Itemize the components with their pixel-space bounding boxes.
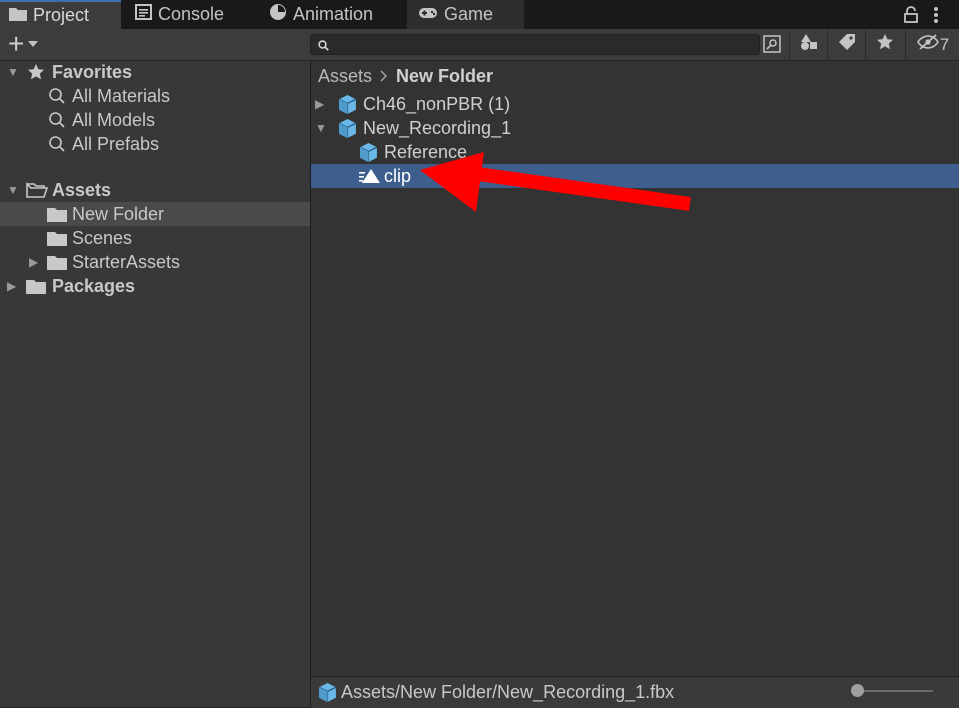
tree-item-new-folder[interactable]: New Folder	[0, 202, 310, 226]
tab-console[interactable]: Console	[121, 0, 257, 29]
hidden-count: 7	[939, 34, 950, 54]
tree-label: Packages	[52, 275, 136, 296]
project-toolbar: + 7	[0, 29, 959, 61]
chevron-right-icon	[380, 66, 388, 87]
lock-icon[interactable]	[903, 6, 919, 28]
asset-row[interactable]: ▶ Ch46_nonPBR (1)	[311, 92, 959, 116]
search-by-type-icon[interactable]	[763, 35, 781, 58]
tree-label: New Folder	[72, 203, 165, 224]
star-icon	[27, 63, 45, 81]
search-icon	[48, 87, 66, 105]
asset-label: Reference	[384, 141, 468, 162]
asset-row[interactable]: Reference	[311, 140, 959, 164]
chevron-down-icon	[28, 35, 39, 53]
tab-label: Project	[33, 5, 90, 25]
tree-label: Scenes	[72, 227, 133, 248]
favorites-button[interactable]	[865, 30, 904, 59]
model-prefab-icon	[358, 142, 379, 163]
tree-assets[interactable]: ▼ Assets	[0, 178, 310, 202]
asset-list-panel: Assets New Folder ▶ Ch46_nonPBR (1) ▼ Ne…	[311, 61, 959, 676]
tree-favorites[interactable]: ▼ Favorites	[0, 60, 310, 84]
open-folder-icon	[26, 182, 48, 198]
tab-animation[interactable]: Animation	[257, 0, 407, 29]
hidden-packages-button[interactable]: 7	[905, 30, 959, 59]
tab-label: Game	[444, 4, 494, 24]
status-bar: Assets/New Folder/New_Recording_1.fbx	[311, 676, 959, 708]
icon-size-slider[interactable]	[857, 690, 933, 692]
tree-label: Favorites	[52, 61, 133, 82]
expand-down-icon[interactable]: ▼	[315, 121, 327, 135]
folder-icon	[47, 231, 67, 246]
favorite-item[interactable]: All Materials	[0, 84, 310, 108]
model-prefab-icon	[337, 94, 358, 115]
model-prefab-icon	[337, 118, 358, 139]
expand-down-icon[interactable]: ▼	[7, 183, 19, 197]
favorite-item[interactable]: All Models	[0, 108, 310, 132]
slider-handle[interactable]	[851, 684, 864, 697]
asset-label: Ch46_nonPBR (1)	[363, 93, 511, 114]
tab-label: Animation	[293, 4, 374, 24]
expand-right-icon[interactable]: ▶	[29, 255, 38, 269]
eye-slash-icon	[916, 34, 939, 55]
expand-right-icon[interactable]: ▶	[315, 97, 324, 111]
tree-label: All Materials	[72, 85, 171, 106]
asset-label: clip	[384, 165, 412, 186]
search-input[interactable]	[310, 34, 760, 55]
gamepad-icon	[418, 4, 438, 25]
tree-label: All Prefabs	[72, 133, 160, 154]
folder-icon	[9, 5, 27, 26]
folder-icon	[47, 207, 67, 222]
star-icon	[876, 33, 894, 56]
asset-row[interactable]: ▼ New_Recording_1	[311, 116, 959, 140]
shapes-icon	[800, 33, 818, 56]
tree-item-starterassets[interactable]: ▶ StarterAssets	[0, 250, 310, 274]
folder-icon	[26, 279, 46, 294]
tab-game[interactable]: Game	[407, 0, 524, 29]
tab-project[interactable]: Project	[0, 0, 121, 29]
more-options-icon[interactable]	[933, 6, 939, 29]
filter-by-type-button[interactable]	[789, 30, 828, 59]
selected-asset-path: Assets/New Folder/New_Recording_1.fbx	[341, 682, 675, 702]
breadcrumb-current[interactable]: New Folder	[396, 66, 493, 87]
expand-right-icon[interactable]: ▶	[7, 279, 16, 293]
search-icon	[48, 135, 66, 153]
expand-down-icon[interactable]: ▼	[7, 65, 19, 79]
tree-label: All Models	[72, 109, 156, 130]
plus-icon: +	[8, 28, 25, 59]
console-icon	[135, 4, 152, 25]
tree-packages[interactable]: ▶ Packages	[0, 274, 310, 298]
folder-icon	[47, 255, 67, 270]
tree-item-scenes[interactable]: Scenes	[0, 226, 310, 250]
asset-row-selected[interactable]: clip	[311, 164, 959, 188]
favorite-item[interactable]: All Prefabs	[0, 132, 310, 156]
tab-label: Console	[158, 4, 225, 24]
model-prefab-icon	[317, 682, 338, 708]
tree-label: Assets	[52, 179, 112, 200]
asset-label: New_Recording_1	[363, 117, 512, 138]
breadcrumb-root[interactable]: Assets	[318, 66, 372, 87]
tab-bar: Project Console Animation Game	[0, 0, 959, 29]
search-icon	[48, 111, 66, 129]
search-icon	[318, 38, 329, 56]
filter-by-label-button[interactable]	[827, 30, 866, 59]
animation-icon	[269, 3, 287, 26]
tree-label: StarterAssets	[72, 251, 181, 272]
create-button[interactable]: +	[8, 28, 39, 59]
animation-clip-icon	[359, 168, 381, 184]
breadcrumb: Assets New Folder	[318, 65, 493, 87]
tag-icon	[838, 33, 856, 56]
folder-tree: ▼ Favorites All Materials All Models All…	[0, 61, 310, 707]
